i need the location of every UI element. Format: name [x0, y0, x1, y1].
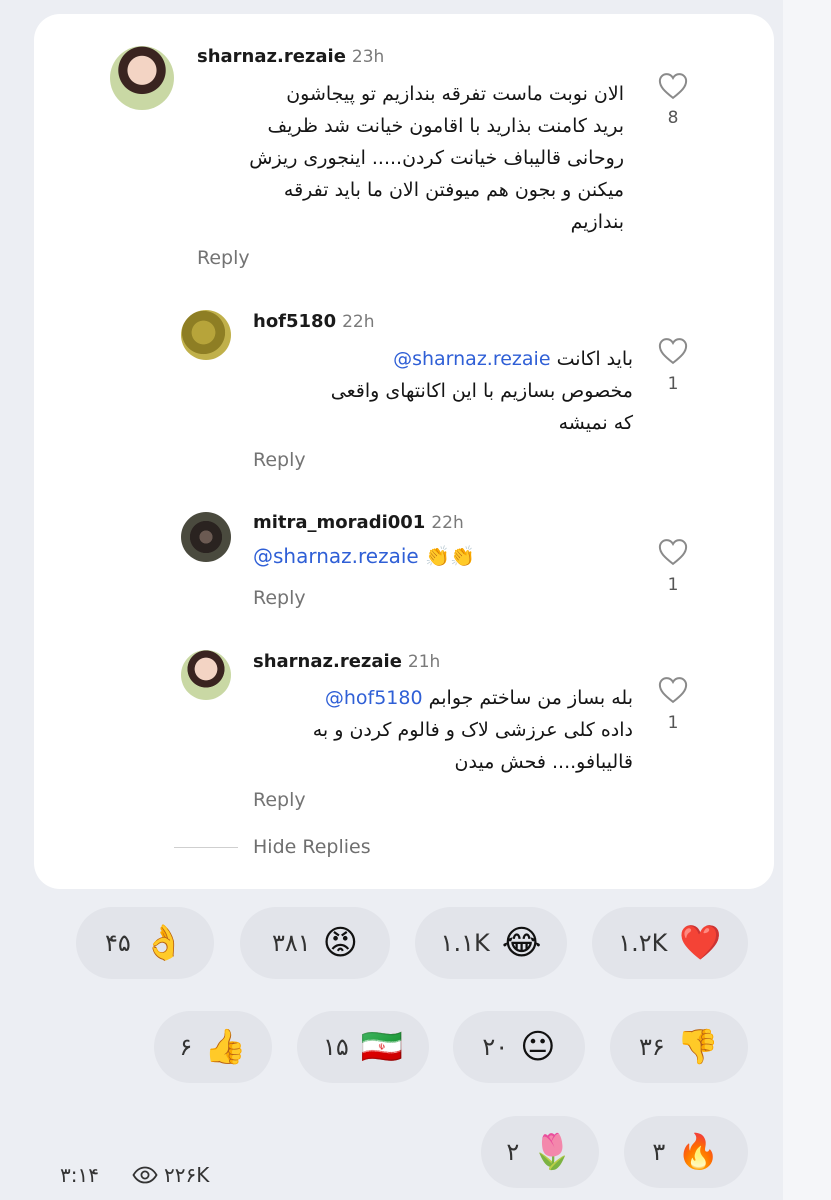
heart-icon[interactable] — [658, 676, 688, 704]
mention-link[interactable]: @sharnaz.rezaie — [393, 348, 550, 370]
reaction-angry[interactable]: ۳۸۱ 😡 — [240, 907, 390, 979]
text-line: قالیبافو.... فحش میدن — [454, 751, 633, 773]
username[interactable]: sharnaz.rezaie — [197, 46, 346, 67]
text-fragment: بله بساز من ساختم جوابم — [428, 687, 633, 709]
mention-link[interactable]: @sharnaz.rezaie — [253, 544, 419, 568]
fire-emoji-icon: 🔥 — [677, 1132, 720, 1172]
timestamp: 23h — [351, 47, 385, 67]
text-line: که نمیشه — [558, 412, 633, 434]
reaction-count: ۳۸۱ — [271, 929, 311, 957]
reaction-thumbs-up[interactable]: ۶ 👍 — [154, 1011, 272, 1083]
views-value: ۲۲۶K — [164, 1163, 210, 1187]
text-line: میکنن و بجون هم میوفتن الان ما باید تفرق… — [283, 179, 624, 201]
text-line: بندازیم — [570, 211, 624, 233]
reaction-thumbs-down[interactable]: ۳۶ 👎 — [610, 1011, 748, 1083]
reply-button[interactable]: Reply — [197, 247, 250, 269]
like-count: 1 — [667, 374, 679, 394]
reaction-iran-flag[interactable]: ۱۵ 🇮🇷 — [297, 1011, 429, 1083]
hide-replies-button[interactable]: Hide Replies — [253, 836, 371, 858]
text-line: باید اکانت @sharnaz.rezaie — [253, 343, 633, 375]
reaction-laughing[interactable]: ۱.۱K 😂 — [415, 907, 567, 979]
text-line: برید کامنت بذارید با اقامون خیانت شد ظری… — [267, 115, 624, 137]
text-line: الان نوبت ماست تفرقه بندازیم تو پیجاشون — [286, 83, 624, 105]
comment-text: الان نوبت ماست تفرقه بندازیم تو پیجاشون … — [164, 78, 624, 238]
reply-button[interactable]: Reply — [253, 587, 306, 609]
heart-icon[interactable] — [658, 72, 688, 100]
comments-card: sharnaz.rezaie 23h الان نوبت ماست تفرقه ب… — [34, 14, 774, 889]
comment-meta: sharnaz.rezaie 21h — [253, 651, 440, 672]
reaction-count: ۱۵ — [322, 1033, 349, 1061]
reaction-count: ۲۰ — [482, 1033, 509, 1061]
eye-icon — [132, 1166, 158, 1184]
reaction-count: ۴۵ — [104, 929, 131, 957]
username[interactable]: mitra_moradi001 — [253, 512, 425, 533]
reaction-count: ۲ — [506, 1138, 520, 1166]
reply-button[interactable]: Reply — [253, 789, 306, 811]
mention-link[interactable]: @hof5180 — [325, 687, 423, 709]
comment-meta: mitra_moradi001 22h — [253, 512, 464, 533]
comment-meta: hof5180 22h — [253, 311, 375, 332]
reaction-count: ۳ — [652, 1138, 666, 1166]
timestamp: 21h — [407, 652, 441, 672]
text-line: بله بساز من ساختم جوابم @hof5180 — [253, 682, 633, 714]
avatar[interactable] — [181, 650, 231, 700]
heart-icon[interactable] — [658, 337, 688, 365]
comment-text: بله بساز من ساختم جوابم @hof5180 داده کل… — [253, 682, 633, 778]
reply-button[interactable]: Reply — [253, 449, 306, 471]
clapping-hands-icon: 👏👏 — [425, 544, 475, 568]
like-count: 1 — [667, 713, 679, 733]
text-line: داده کلی عرزشی لاک و فالوم کردن و به — [312, 719, 633, 741]
text-fragment: باید اکانت — [556, 348, 633, 370]
laughing-emoji-icon: 😂 — [501, 923, 542, 963]
text-line: مخصوص بسازیم با این اکانتهای واقعی — [330, 380, 633, 402]
avatar[interactable] — [181, 512, 231, 562]
username[interactable]: hof5180 — [253, 311, 336, 332]
thumbs-up-emoji-icon: 👍 — [204, 1027, 247, 1067]
divider — [174, 847, 238, 848]
reaction-count: ۱.۱K — [440, 929, 490, 957]
reaction-fire[interactable]: ۳ 🔥 — [624, 1116, 748, 1188]
ok-hand-emoji-icon: 👌 — [142, 923, 186, 963]
reaction-tulip[interactable]: ۲ 🌷 — [481, 1116, 599, 1188]
angry-emoji-icon: 😡 — [322, 923, 359, 963]
heart-icon[interactable] — [658, 538, 688, 566]
comment-text: باید اکانت @sharnaz.rezaie مخصوص بسازیم … — [253, 343, 633, 439]
avatar[interactable] — [181, 310, 231, 360]
text-line: روحانی قالیباف خیانت کردن..... اینجوری ر… — [249, 147, 624, 169]
like-count: 8 — [667, 108, 679, 128]
timestamp: 22h — [342, 312, 375, 332]
view-count: ۲۲۶K — [132, 1163, 209, 1187]
comment-meta: sharnaz.rezaie 23h — [197, 46, 384, 67]
iran-flag-emoji-icon: 🇮🇷 — [360, 1027, 404, 1067]
right-margin — [783, 0, 831, 1200]
thumbs-down-emoji-icon: 👎 — [676, 1027, 720, 1067]
reaction-neutral-face[interactable]: ۲۰ 😐 — [453, 1011, 585, 1083]
comment-text: @sharnaz.rezaie 👏👏 — [253, 544, 475, 568]
timestamp: 22h — [431, 513, 464, 533]
like-count: 1 — [667, 575, 679, 595]
reaction-heart[interactable]: ۱.۲K ❤️ — [592, 907, 748, 979]
post-time: ۳:۱۴ — [60, 1163, 99, 1187]
reaction-count: ۱.۲K — [618, 929, 668, 957]
reaction-count: ۶ — [179, 1033, 193, 1061]
username[interactable]: sharnaz.rezaie — [253, 651, 402, 672]
neutral-face-emoji-icon: 😐 — [520, 1027, 556, 1067]
reaction-ok-hand[interactable]: ۴۵ 👌 — [76, 907, 214, 979]
heart-emoji-icon: ❤️ — [679, 923, 722, 963]
reaction-count: ۳۶ — [638, 1033, 665, 1061]
tulip-emoji-icon: 🌷 — [531, 1132, 574, 1172]
